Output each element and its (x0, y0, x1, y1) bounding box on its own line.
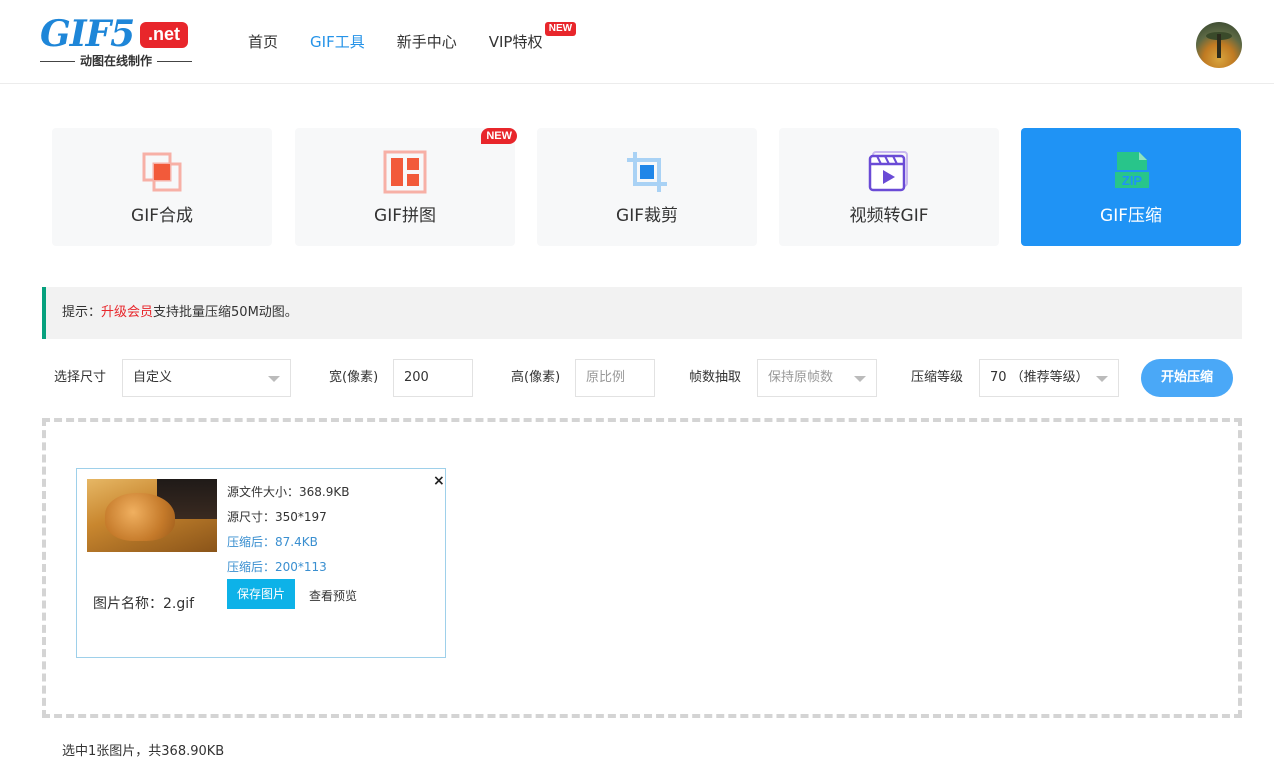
tool-label: 视频转GIF (849, 206, 929, 226)
new-badge: NEW (544, 22, 577, 36)
new-badge: NEW (481, 128, 517, 144)
header: GIF5 .net 动图在线制作 首页 GIF工具 新手中心 VIP特权 NEW (0, 0, 1274, 84)
upload-dropzone[interactable]: × 源文件大小：368.9KB 源尺寸：350*197 压缩后：87.4KB 压… (42, 418, 1242, 718)
nav-item-beginner-center[interactable]: 新手中心 (397, 30, 457, 54)
logo[interactable]: GIF5 .net 动图在线制作 (40, 13, 193, 70)
height-input-placeholder: 原比例 (586, 370, 626, 385)
save-image-button[interactable]: 保存图片 (227, 579, 295, 609)
frames-label: 帧数抽取 (689, 370, 742, 385)
level-select[interactable]: 70 （推荐等级） (979, 359, 1119, 397)
user-avatar[interactable] (1196, 22, 1242, 68)
tool-card-gif-compose[interactable]: GIF合成 (52, 128, 272, 246)
chevron-down-icon (854, 376, 866, 382)
compressed-size: 压缩后：87.4KB (227, 535, 318, 549)
compressed-dimensions: 压缩后：200*113 (227, 560, 327, 574)
nav-label: 新手中心 (396, 33, 457, 51)
tool-card-gif-compress[interactable]: ZIP GIF压缩 (1021, 128, 1241, 246)
nav-label: 首页 (248, 33, 279, 51)
upgrade-member-link[interactable]: 升级会员 (101, 305, 153, 320)
tool-label: GIF裁剪 (616, 206, 678, 226)
main-nav: 首页 GIF工具 新手中心 VIP特权 NEW (248, 22, 577, 54)
level-label: 压缩等级 (911, 370, 964, 385)
tip-banner: 提示：升级会员支持批量压缩50M动图。 (42, 287, 1242, 339)
source-dimensions: 源尺寸：350*197 (227, 510, 327, 524)
start-compress-button[interactable]: 开始压缩 (1141, 359, 1233, 397)
layers-icon (142, 152, 182, 192)
tool-label: GIF合成 (131, 206, 193, 226)
level-select-value: 70 （推荐等级） (990, 370, 1089, 385)
view-preview-link[interactable]: 查看预览 (309, 587, 357, 604)
frames-select-value: 保持原帧数 (768, 370, 834, 385)
logo-net-badge: .net (140, 22, 189, 48)
close-icon[interactable]: × (433, 474, 445, 488)
zip-icon-text: ZIP (1122, 173, 1143, 188)
gif-thumbnail (87, 479, 217, 552)
logo-subtitle: 动图在线制作 (40, 54, 193, 68)
tip-prefix: 提示： (62, 305, 102, 320)
source-file-size: 源文件大小：368.9KB (227, 485, 350, 499)
frames-select[interactable]: 保持原帧数 (757, 359, 877, 397)
width-input-value: 200 (404, 370, 429, 385)
height-label: 高(像素) (511, 370, 561, 385)
compress-options: 选择尺寸 自定义 宽(像素) 200 高(像素) 原比例 帧数抽取 保持原帧数 … (42, 358, 1242, 398)
zip-file-icon: ZIP (1115, 152, 1149, 188)
tool-card-gif-crop[interactable]: GIF裁剪 (537, 128, 757, 246)
file-name: 图片名称：2.gif (93, 596, 195, 612)
tool-card-gif-collage[interactable]: GIF拼图 NEW (295, 128, 517, 246)
tool-label: GIF压缩 (1100, 206, 1162, 226)
nav-item-gif-tools[interactable]: GIF工具 (310, 30, 365, 54)
width-label: 宽(像素) (329, 370, 379, 385)
video-clapper-icon (868, 151, 908, 192)
logo-subtitle-text: 动图在线制作 (80, 54, 153, 68)
size-label: 选择尺寸 (54, 370, 107, 385)
height-input[interactable]: 原比例 (575, 359, 655, 397)
logo-main-text: GIF5 (40, 13, 135, 55)
chevron-down-icon (1096, 376, 1108, 382)
selection-summary: 选中1张图片，共368.90KB (62, 744, 225, 759)
crop-icon (627, 152, 667, 192)
nav-item-vip[interactable]: VIP特权 NEW (488, 22, 577, 54)
tool-cards: GIF合成 GIF拼图 NEW GIF裁剪 视频转GIF ZIP GIF压缩 (52, 128, 1242, 248)
collage-icon (383, 150, 427, 194)
width-input[interactable]: 200 (393, 359, 473, 397)
nav-item-home[interactable]: 首页 (248, 30, 278, 54)
tool-card-video-to-gif[interactable]: 视频转GIF (779, 128, 999, 246)
tip-suffix: 支持批量压缩50M动图。 (153, 305, 298, 320)
tool-label: GIF拼图 (374, 206, 436, 226)
size-select[interactable]: 自定义 (122, 359, 291, 397)
chevron-down-icon (268, 376, 280, 382)
size-select-value: 自定义 (133, 370, 173, 385)
nav-label: VIP特权 (488, 33, 543, 51)
nav-label: GIF工具 (310, 33, 365, 51)
file-item-card: × 源文件大小：368.9KB 源尺寸：350*197 压缩后：87.4KB 压… (76, 468, 446, 658)
